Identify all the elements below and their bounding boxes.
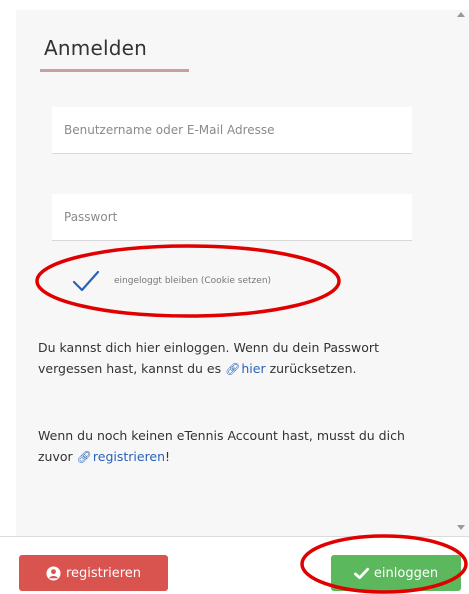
annotation-ellipse xyxy=(35,244,341,318)
register-hint-end: ! xyxy=(165,449,171,464)
scroll-up-arrow-icon[interactable] xyxy=(457,12,465,17)
link-icon: 🔗︎ xyxy=(225,362,241,376)
reset-password-link[interactable]: hier xyxy=(241,361,265,376)
scrollbar[interactable] xyxy=(453,10,469,536)
annotation-ellipse xyxy=(300,534,468,594)
title-underline xyxy=(40,69,189,72)
register-button-label: registrieren xyxy=(65,565,142,581)
forgot-password-text: Du kannst dich hier einloggen. Wenn du d… xyxy=(38,337,418,380)
username-input[interactable] xyxy=(52,107,412,154)
link-icon: 🔗︎ xyxy=(76,450,92,464)
register-button[interactable]: registrieren xyxy=(19,555,168,591)
page-title: Anmelden xyxy=(44,36,147,60)
register-hint-text: Wenn du noch keinen eTennis Account hast… xyxy=(38,425,418,468)
user-circle-icon xyxy=(46,565,61,581)
register-link[interactable]: registrieren xyxy=(93,449,165,464)
forgot-password-end: zurücksetzen. xyxy=(269,361,357,376)
password-input[interactable] xyxy=(52,194,412,241)
